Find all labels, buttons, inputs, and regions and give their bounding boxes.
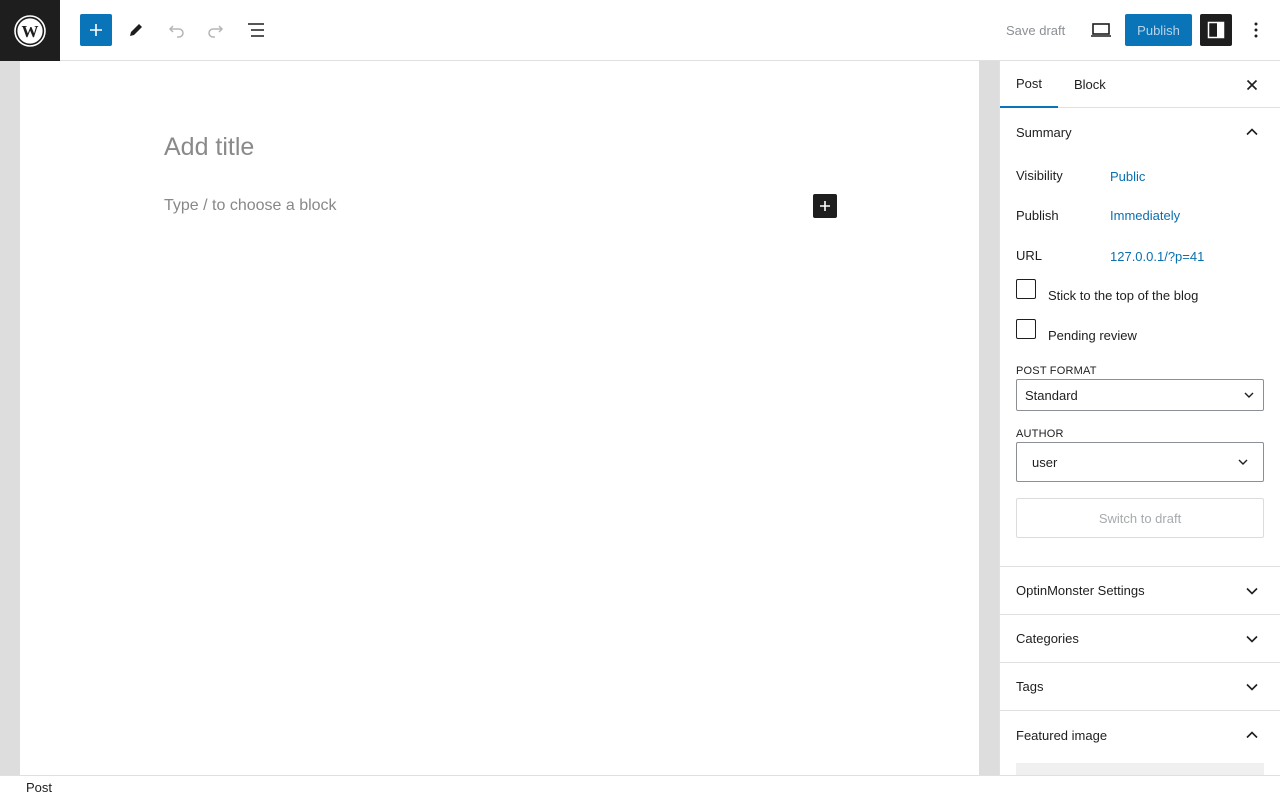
undo-button[interactable]: [160, 14, 192, 46]
chevron-down-icon: [1243, 389, 1255, 401]
visibility-toggle[interactable]: Public: [1110, 169, 1145, 184]
set-featured-image-button[interactable]: [1016, 763, 1264, 775]
pencil-icon: [130, 24, 142, 36]
sidebar-tabs: Post Block: [1000, 61, 1280, 108]
desktop-preview-icon: [1091, 23, 1111, 37]
plus-icon: [90, 24, 102, 36]
author-label: AUTHOR: [1016, 428, 1064, 440]
document-overview-button[interactable]: [240, 14, 272, 46]
chevron-up-icon: [1240, 120, 1264, 144]
optinmonster-panel-toggle[interactable]: OptinMonster Settings: [1000, 567, 1280, 615]
close-settings-button[interactable]: [1240, 73, 1264, 97]
visibility-label: Visibility: [1016, 168, 1063, 183]
redo-icon: [208, 25, 224, 38]
optinmonster-panel-title: OptinMonster Settings: [1016, 583, 1145, 598]
more-vertical-icon: [1254, 22, 1258, 38]
list-view-icon: [248, 23, 264, 37]
pending-review-checkbox[interactable]: [1016, 319, 1036, 339]
switch-to-draft-button[interactable]: Switch to draft: [1016, 498, 1264, 538]
sticky-checkbox-label[interactable]: Stick to the top of the blog: [1048, 288, 1198, 303]
tags-panel-title: Tags: [1016, 679, 1044, 694]
featured-image-panel-body: [1000, 759, 1280, 775]
publish-date-label: Publish: [1016, 208, 1059, 223]
chevron-down-icon: [1240, 579, 1264, 603]
chevron-down-icon: [1240, 675, 1264, 699]
svg-text:W: W: [22, 22, 39, 41]
editor-header: W Save draft Publish: [0, 0, 1280, 61]
author-select[interactable]: user: [1016, 442, 1264, 482]
editor-footer: Post: [0, 775, 1280, 800]
publish-button[interactable]: Publish: [1125, 14, 1192, 46]
redo-button[interactable]: [200, 14, 232, 46]
editor-canvas[interactable]: Add title Type / to choose a block: [20, 61, 979, 775]
url-toggle[interactable]: 127.0.0.1/?p=41: [1110, 249, 1204, 264]
sticky-checkbox[interactable]: [1016, 279, 1036, 299]
author-value: user: [1032, 454, 1058, 470]
editor-canvas-area: Add title Type / to choose a block: [0, 61, 999, 775]
summary-panel-title: Summary: [1016, 124, 1072, 140]
undo-icon: [168, 25, 184, 38]
plus-icon: [820, 201, 830, 211]
categories-panel-title: Categories: [1016, 631, 1079, 646]
breadcrumb[interactable]: Post: [26, 780, 52, 795]
summary-panel-toggle[interactable]: Summary: [1000, 108, 1280, 156]
tab-block[interactable]: Block: [1074, 61, 1106, 108]
publish-date-toggle[interactable]: Immediately: [1110, 208, 1180, 223]
block-inserter-toggle-button[interactable]: [80, 14, 112, 46]
post-format-select[interactable]: Standard: [1016, 379, 1264, 411]
post-format-value: Standard: [1025, 387, 1078, 403]
settings-toggle-button[interactable]: [1200, 14, 1232, 46]
featured-image-panel-toggle[interactable]: Featured image: [1000, 711, 1280, 759]
options-menu-button[interactable]: [1240, 14, 1272, 46]
chevron-down-icon: [1240, 627, 1264, 651]
tools-button[interactable]: [120, 14, 152, 46]
pending-review-checkbox-label[interactable]: Pending review: [1048, 328, 1137, 343]
url-label: URL: [1016, 248, 1043, 263]
preview-button[interactable]: [1085, 14, 1117, 46]
settings-sidebar: Post Block Summary Visibility Public Pub…: [999, 61, 1280, 775]
tags-panel-toggle[interactable]: Tags: [1000, 663, 1280, 711]
save-draft-button[interactable]: Save draft: [996, 14, 1075, 46]
post-format-label: POST FORMAT: [1016, 365, 1097, 377]
close-icon: [1246, 79, 1258, 91]
featured-image-panel-title: Featured image: [1016, 727, 1108, 743]
chevron-up-icon: [1240, 723, 1264, 747]
summary-panel-body: Visibility Public Publish Immediately UR…: [1000, 156, 1280, 567]
wordpress-logo-icon: W: [14, 14, 46, 47]
wordpress-logo-button[interactable]: W: [0, 0, 60, 61]
inline-block-inserter-button[interactable]: [813, 194, 837, 218]
chevron-down-icon: [1237, 456, 1249, 468]
sidebar-settings-icon: [1207, 21, 1225, 39]
post-title-input[interactable]: Add title: [164, 133, 254, 162]
default-block-appender[interactable]: Type / to choose a block: [164, 197, 337, 215]
categories-panel-toggle[interactable]: Categories: [1000, 615, 1280, 663]
tab-post[interactable]: Post: [1000, 61, 1058, 108]
